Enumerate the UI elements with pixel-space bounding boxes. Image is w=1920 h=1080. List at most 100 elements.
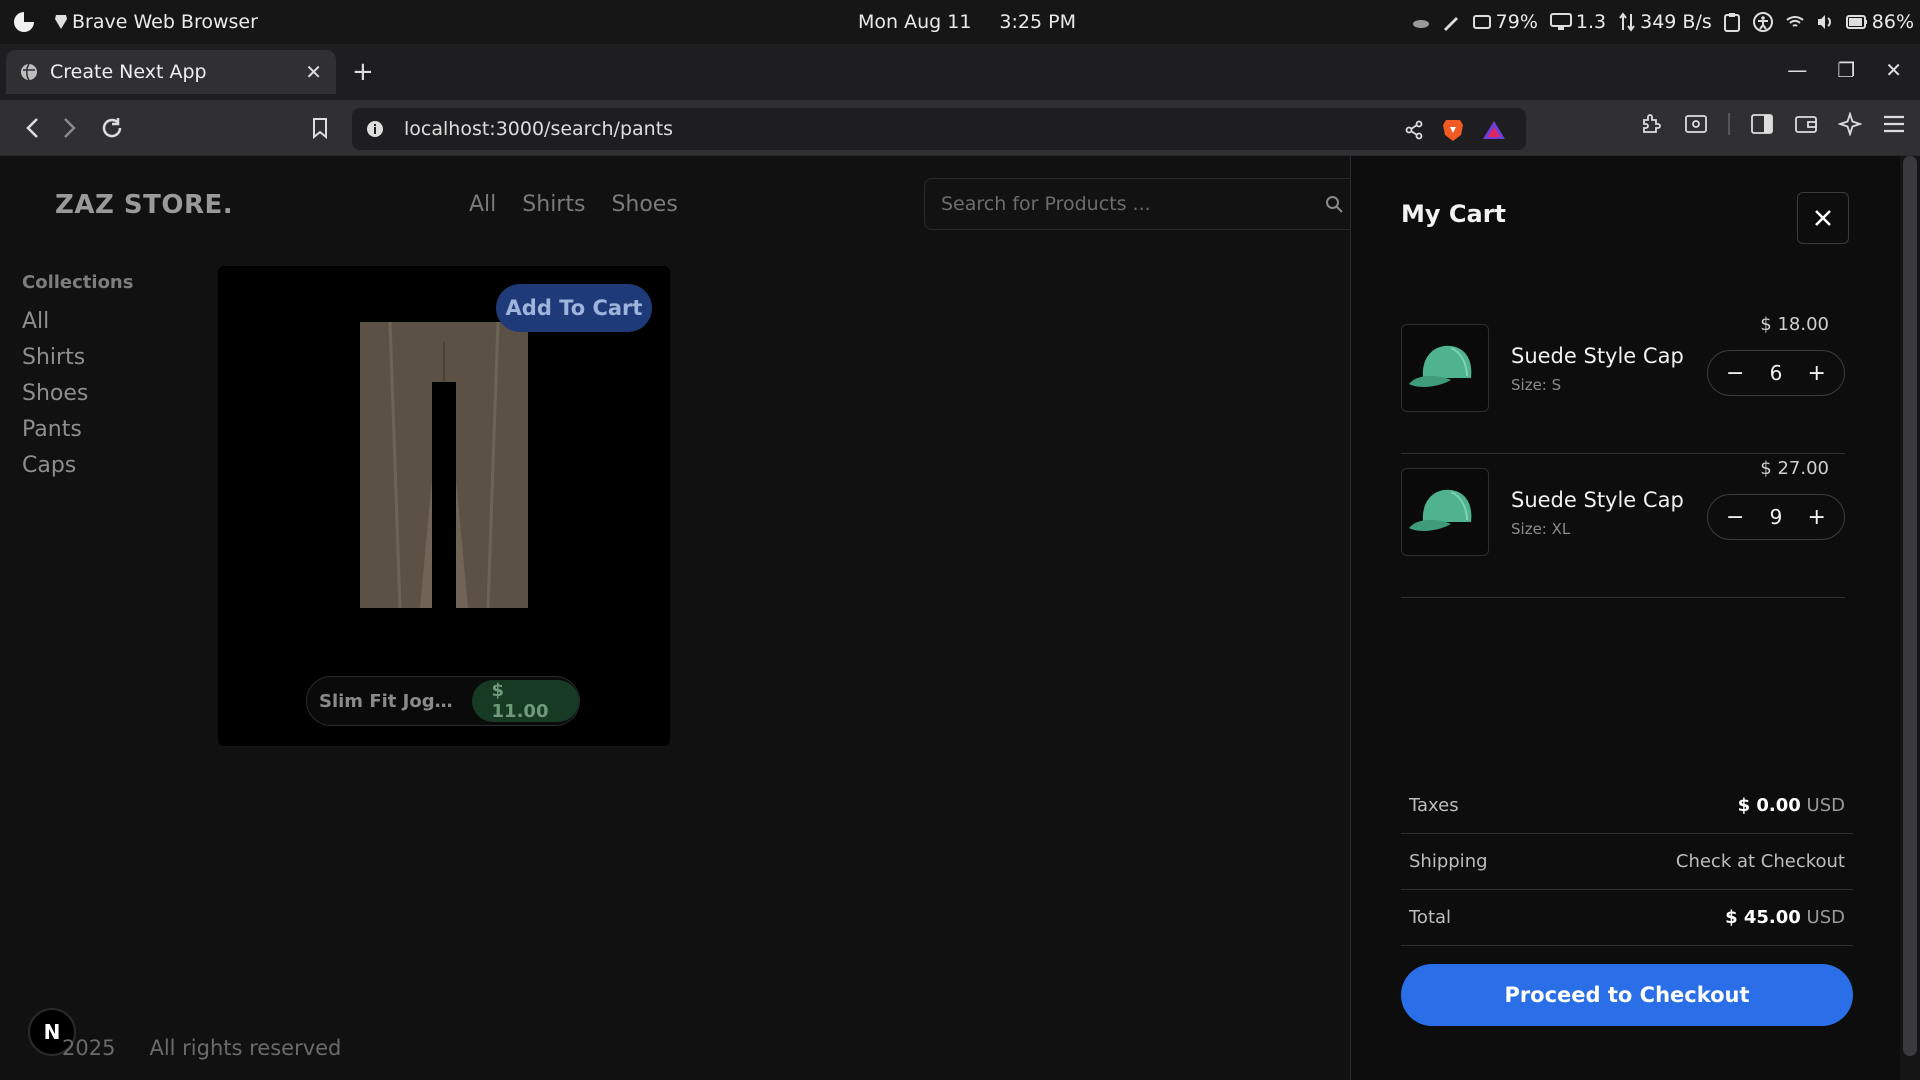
display-value: 1.3 [1575,11,1607,33]
brave-small-icon [55,15,67,29]
decrease-qty-button[interactable]: − [1726,361,1744,386]
new-tab-button[interactable]: + [352,58,374,86]
cpu-value: 79% [1495,11,1538,33]
battery-indicator[interactable]: 86% [1845,11,1914,33]
nav-link-all[interactable]: All [469,192,496,217]
tab-title: Create Next App [50,61,207,83]
address-bar[interactable]: localhost:3000/search/pants [352,108,1526,150]
brave-shields-icon[interactable] [1442,118,1464,142]
cart-summary: Taxes $ 0.00 USD Shipping Check at Check… [1401,778,1853,946]
bookmark-button[interactable] [304,112,336,144]
forward-button[interactable] [54,112,86,144]
collection-shirts[interactable]: Shirts [22,345,133,370]
reload-button[interactable] [96,112,128,144]
proceed-to-checkout-button[interactable]: Proceed to Checkout [1401,964,1853,1026]
close-icon [1815,210,1831,226]
active-app[interactable]: Brave Web Browser [54,11,258,33]
product-card[interactable]: Add To Cart Slim Fit Jogge... $ 11.00 [218,266,670,746]
bookmark-icon [313,118,327,139]
cart-item: Suede Style Cap Size: XL $ 27.00 − 9 + [1401,454,1845,598]
info-icon[interactable] [366,120,384,138]
cart-item-name[interactable]: Suede Style Cap [1511,488,1684,512]
footer: 2025 All rights reserved [62,1036,341,1060]
app-name: Brave Web Browser [72,11,258,33]
nav-link-shirts[interactable]: Shirts [522,192,585,217]
globe-icon [21,63,37,81]
os-top-bar: Brave Web Browser Mon Aug 11 3:25 PM 79%… [0,0,1920,44]
collection-pants[interactable]: Pants [22,417,133,442]
taxes-currency: USD [1806,795,1845,816]
arrow-right-icon [64,118,76,138]
network-indicator[interactable]: 349 B/s [1618,11,1712,33]
cpu-indicator[interactable]: 79% [1472,11,1538,33]
collections-title: Collections [22,272,134,293]
screenshot-icon[interactable] [1684,113,1708,135]
accessibility-icon[interactable] [1752,11,1774,33]
total-value: $ 45.00 [1725,907,1801,928]
brave-rewards-icon[interactable] [1482,119,1506,141]
pen-icon [1443,17,1458,31]
increase-qty-button[interactable]: + [1808,505,1826,530]
cart-item-name[interactable]: Suede Style Cap [1511,344,1684,368]
quantity-stepper: − 9 + [1707,494,1845,540]
display-indicator[interactable]: 1.3 [1549,11,1607,33]
minimize-icon[interactable]: — [1787,58,1807,82]
cart-item-price: $ 18.00 [1760,314,1829,335]
footer-year: 2025 [62,1036,116,1060]
total-label: Total [1409,907,1452,928]
increase-qty-button[interactable]: + [1808,361,1826,386]
shipping-row: Shipping Check at Checkout [1401,834,1853,890]
add-to-cart-button[interactable]: Add To Cart [496,284,652,332]
clipboard-icon[interactable] [1723,12,1740,32]
leo-ai-icon[interactable] [1838,112,1862,136]
reload-icon [102,118,122,138]
quantity-value: 9 [1769,505,1783,529]
quantity-stepper: − 6 + [1707,350,1845,396]
window-close-icon[interactable]: ✕ [1885,58,1902,82]
cart-title: My Cart [1401,200,1506,228]
wallet-icon[interactable] [1794,113,1818,135]
monitor-icon [1549,13,1572,30]
cart-item-thumbnail[interactable] [1401,468,1489,556]
page-scrollbar[interactable] [1900,156,1920,1080]
collection-caps[interactable]: Caps [22,453,133,478]
product-price: $ 11.00 [471,680,579,722]
cart-item: Suede Style Cap Size: S $ 18.00 − 6 + [1401,310,1845,454]
cloud-icon [1412,20,1429,28]
cap-image [1409,345,1472,387]
share-icon[interactable] [1404,120,1424,140]
back-button[interactable] [16,112,48,144]
cpu-icon [1472,15,1491,29]
sidebar-icon[interactable] [1750,113,1774,135]
scrollbar-thumb[interactable] [1903,156,1917,1056]
cart-close-button[interactable] [1797,192,1849,244]
wifi-icon[interactable] [1786,15,1804,29]
browser-tab[interactable]: Create Next App ✕ [6,50,336,94]
nav-link-shoes[interactable]: Shoes [611,192,677,217]
cart-item-price: $ 27.00 [1760,458,1829,479]
url-text: localhost:3000/search/pants [404,118,674,140]
volume-icon[interactable] [1816,14,1834,30]
clock[interactable]: Mon Aug 11 3:25 PM [858,0,1076,44]
search-icon[interactable] [1325,195,1343,213]
cart-item-thumbnail[interactable] [1401,324,1489,412]
restore-icon[interactable]: ❐ [1837,58,1855,82]
hamburger-menu-icon[interactable] [1882,114,1906,134]
network-value: 349 B/s [1640,11,1712,33]
decrease-qty-button[interactable]: − [1726,505,1744,530]
tab-close-icon[interactable]: ✕ [305,60,322,84]
store-logo[interactable]: ZAZ STORE. [55,190,233,220]
battery-icon [1845,15,1867,29]
collection-shoes[interactable]: Shoes [22,381,133,406]
collection-all[interactable]: All [22,309,133,334]
taxes-value: $ 0.00 [1737,795,1801,816]
extensions-icon[interactable] [1640,112,1664,136]
search-input[interactable]: Search for Products ... [924,178,1360,230]
taxes-row: Taxes $ 0.00 USD [1401,778,1853,834]
total-currency: USD [1806,907,1845,928]
os-menu-icon[interactable] [12,10,36,34]
updown-arrows-icon [1619,12,1635,32]
product-label: Slim Fit Jogge... $ 11.00 [306,676,580,726]
date: Mon Aug 11 [858,11,972,33]
shipping-value: Check at Checkout [1675,851,1845,872]
